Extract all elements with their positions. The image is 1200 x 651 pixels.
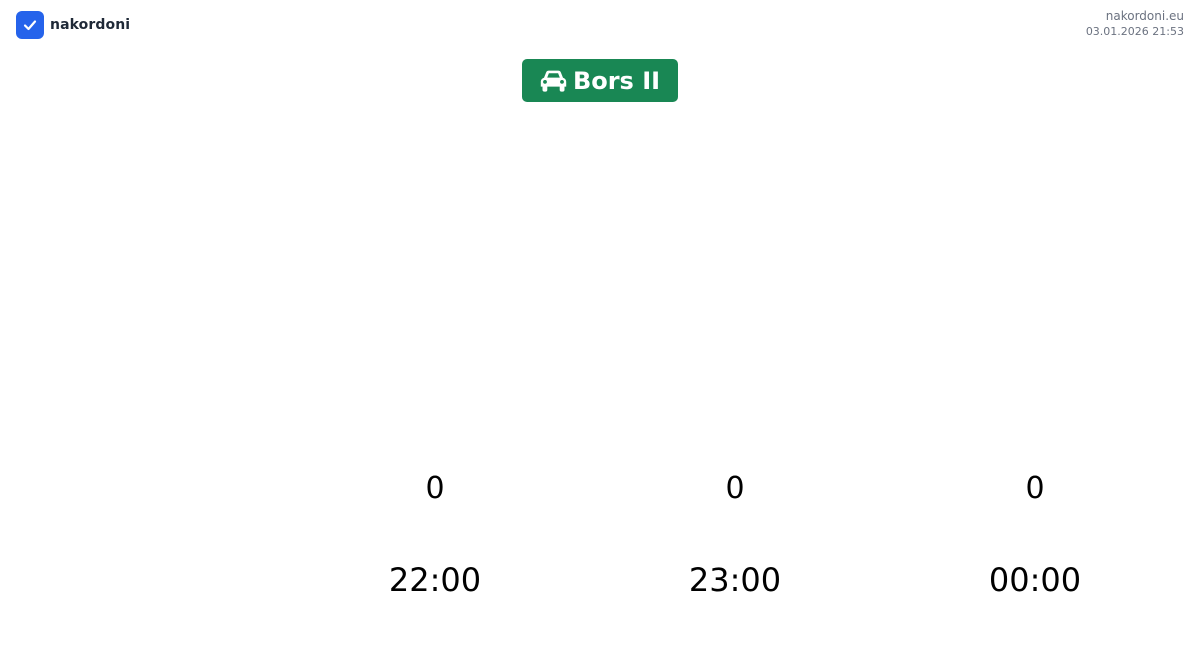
forecast-time: 00:00 bbox=[988, 561, 1082, 599]
forecast-time: 22:00 bbox=[388, 561, 482, 599]
forecast-value: 0 bbox=[725, 471, 745, 506]
page: nakordoni nakordoni.eu 03.01.2026 21:53 … bbox=[0, 0, 1200, 651]
forecast-time: 23:00 bbox=[688, 561, 782, 599]
site-name: nakordoni.eu bbox=[1105, 9, 1184, 23]
crossing-badge: Bors II bbox=[522, 59, 678, 102]
brand[interactable]: nakordoni bbox=[16, 11, 130, 39]
check-icon bbox=[23, 20, 37, 31]
timestamp: 03.01.2026 21:53 bbox=[1085, 25, 1184, 38]
crossing-name: Bors II bbox=[572, 66, 661, 95]
car-icon bbox=[540, 70, 567, 92]
brand-logo bbox=[16, 11, 44, 39]
header-meta: nakordoni.eu 03.01.2026 21:53 bbox=[1086, 9, 1184, 40]
brand-name: nakordoni bbox=[50, 17, 131, 33]
forecast-value: 0 bbox=[425, 471, 445, 506]
forecast-value: 0 bbox=[1025, 471, 1045, 506]
